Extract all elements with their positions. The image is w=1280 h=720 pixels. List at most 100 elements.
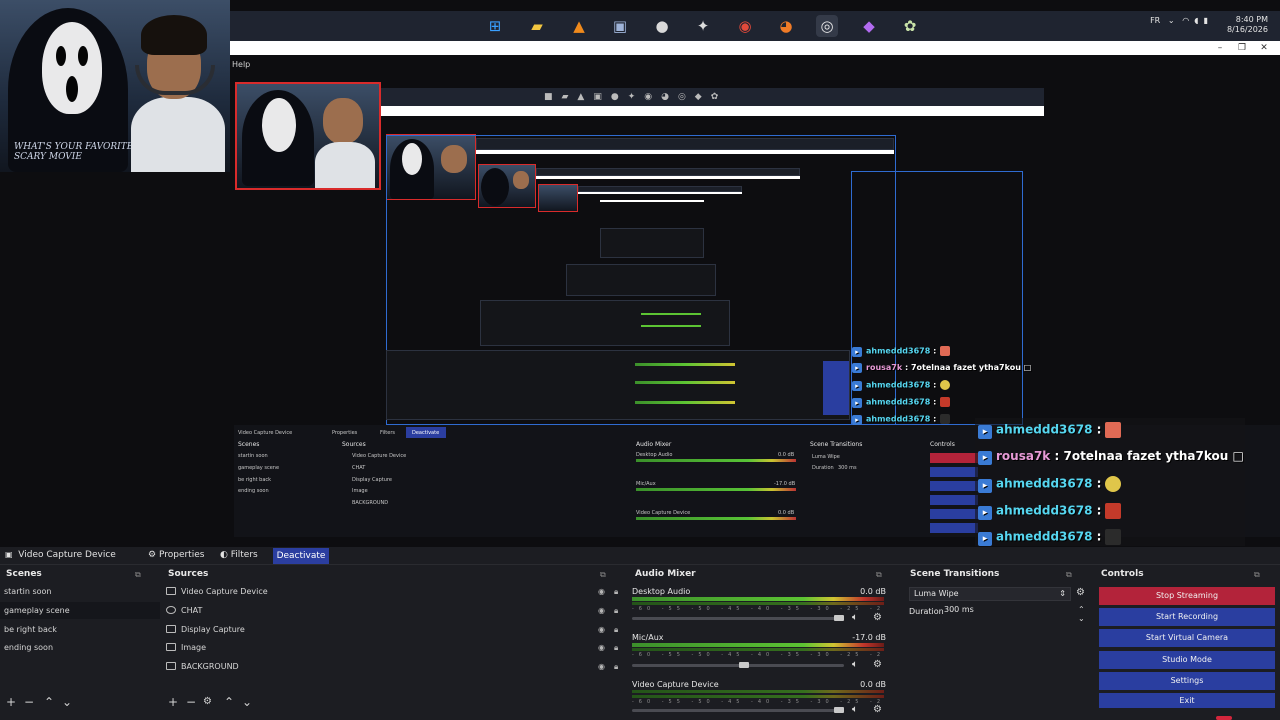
twitch-icon: ▸ (978, 505, 992, 520)
source-item[interactable]: Image (166, 639, 626, 656)
volume-icon[interactable]: ◖ (1194, 16, 1201, 25)
volume-slider-knob[interactable] (739, 662, 749, 668)
language-indicator[interactable]: FR (1150, 16, 1160, 25)
move-down-icon[interactable]: ⌄ (242, 695, 252, 709)
dock-pin-icon[interactable]: ⧉ (876, 570, 882, 580)
mirror-scene: ending soon (238, 488, 269, 494)
chat-trailing-glyph: □ (1232, 449, 1244, 463)
scene-item[interactable]: startin soon (0, 583, 160, 600)
chrome-icon[interactable]: ◉ (734, 15, 756, 37)
visibility-eye-icon[interactable]: ◉ (598, 606, 605, 615)
speaker-icon[interactable]: 🔈︎ (852, 612, 858, 623)
lock-icon[interactable]: 🔒︎ (614, 606, 618, 616)
minimize-icon[interactable]: – (1210, 41, 1230, 55)
audio-meter-peak (632, 648, 884, 651)
chat-separator: : (1096, 503, 1102, 518)
move-up-icon[interactable]: ⌃ (44, 695, 54, 709)
settings-button[interactable]: Settings (1099, 672, 1275, 690)
audio-mixer-title: Audio Mixer (635, 569, 696, 579)
transition-select[interactable]: Luma Wipe ⇕ (909, 587, 1071, 601)
volume-slider-knob[interactable] (834, 707, 844, 713)
system-tray[interactable]: FR ⌄ ◠ ◖ ▮ (1150, 16, 1208, 25)
volume-slider[interactable] (632, 709, 844, 712)
visibility-eye-icon[interactable]: ◉ (598, 662, 605, 671)
lock-icon[interactable]: 🔒︎ (614, 587, 618, 597)
emoji-icon (1105, 422, 1122, 438)
source-item[interactable]: Video Capture Device (166, 583, 626, 600)
scene-item[interactable]: ending soon (0, 639, 160, 656)
app-icon-2[interactable]: ✿ (899, 15, 921, 37)
start-recording-button[interactable]: Start Recording (1099, 608, 1275, 626)
stepper-icon[interactable]: ⌃ ⌄ (1078, 605, 1085, 623)
wifi-icon[interactable]: ◠ (1182, 16, 1192, 25)
emoji-icon (940, 346, 951, 356)
app-icon[interactable]: ◆ (858, 15, 880, 37)
source-item[interactable]: BACKGROUND (166, 658, 626, 675)
chevron-down-icon[interactable]: ⌄ (1163, 16, 1180, 25)
move-up-icon[interactable]: ⌃ (224, 695, 234, 709)
scene-item-selected[interactable]: gameplay scene (0, 602, 160, 619)
dock-pin-icon[interactable]: ⧉ (135, 570, 141, 580)
firefox-icon[interactable]: ◕ (775, 15, 797, 37)
exit-button[interactable]: Exit (1099, 693, 1275, 708)
mirror-audio-db: 0.0 dB (778, 510, 795, 516)
selected-webcam-preview[interactable] (235, 82, 381, 190)
gear-icon[interactable]: ⚙ (1076, 587, 1085, 598)
start-virtual-camera-button[interactable]: Start Virtual Camera (1099, 629, 1275, 647)
stop-streaming-button[interactable]: Stop Streaming (1099, 587, 1275, 605)
clock-time: 8:40 PM (1235, 15, 1268, 24)
mirror-audio-name: Video Capture Device (636, 510, 691, 516)
source-item[interactable]: Display Capture (166, 621, 626, 638)
move-down-icon[interactable]: ⌄ (62, 695, 72, 709)
lock-icon[interactable]: 🔒︎ (614, 625, 618, 635)
maximize-icon[interactable]: ❐ (1232, 41, 1252, 55)
mirror-source-name: Video Capture Device (238, 430, 293, 436)
remove-source-icon[interactable]: − (186, 695, 196, 709)
globe-icon[interactable]: ● (651, 15, 673, 37)
scene-item[interactable]: be right back (0, 621, 160, 638)
dock-pin-icon[interactable]: ⧉ (1254, 570, 1260, 580)
nested-controls (823, 361, 849, 415)
duration-input[interactable]: 300 ms (940, 604, 1072, 618)
volume-slider-knob[interactable] (834, 615, 844, 621)
filters-button[interactable]: ◐ Filters (220, 550, 258, 560)
windows-icon[interactable]: ⊞ (484, 15, 506, 37)
source-item[interactable]: CHAT (166, 602, 626, 619)
utility-icon[interactable]: ✦ (692, 15, 714, 37)
visibility-eye-icon[interactable]: ◉ (598, 625, 605, 634)
add-scene-icon[interactable]: + (6, 695, 16, 709)
dock-pin-icon[interactable]: ⧉ (1066, 570, 1072, 580)
deactivate-button[interactable]: Deactivate (273, 548, 329, 564)
gear-icon[interactable]: ⚙ (203, 696, 212, 707)
nested-meter-2 (635, 381, 735, 384)
lock-icon[interactable]: 🔒︎ (614, 662, 618, 672)
lock-icon[interactable]: 🔒︎ (614, 643, 618, 653)
dock-pin-icon[interactable]: ⧉ (600, 570, 606, 580)
file-explorer-icon[interactable]: ▰ (526, 15, 548, 37)
close-icon[interactable]: ✕ (1254, 41, 1274, 55)
gear-icon[interactable]: ⚙ (873, 659, 882, 670)
source-label: Image (181, 643, 207, 652)
studio-mode-button[interactable]: Studio Mode (1099, 651, 1275, 669)
image-icon (166, 662, 176, 670)
speaker-icon[interactable]: 🔈︎ (852, 704, 858, 715)
monitor-icon (166, 625, 176, 633)
gear-icon[interactable]: ⚙ (873, 612, 882, 623)
add-source-icon[interactable]: + (168, 695, 178, 709)
visibility-eye-icon[interactable]: ◉ (598, 643, 605, 652)
speaker-icon[interactable]: 🔈︎ (852, 659, 858, 670)
volume-slider[interactable] (632, 617, 844, 620)
help-menu[interactable]: Help (232, 60, 250, 69)
chat-message: ▸ ahmeddd3678 : (852, 346, 951, 357)
volume-slider[interactable] (632, 664, 844, 667)
scene-transitions-title: Scene Transitions (910, 569, 1000, 579)
obs-icon[interactable]: ◎ (816, 15, 838, 37)
chevron-updown-icon: ⇕ (1059, 589, 1066, 598)
vlc-icon[interactable]: ▲ (568, 15, 590, 37)
clock[interactable]: 8:40 PM 8/16/2026 (1208, 15, 1268, 35)
properties-button[interactable]: ⚙ Properties (148, 550, 204, 560)
remove-scene-icon[interactable]: − (24, 695, 34, 709)
gear-icon[interactable]: ⚙ (873, 704, 882, 715)
remote-desktop-icon[interactable]: ▣ (609, 15, 631, 37)
visibility-eye-icon[interactable]: ◉ (598, 587, 605, 596)
